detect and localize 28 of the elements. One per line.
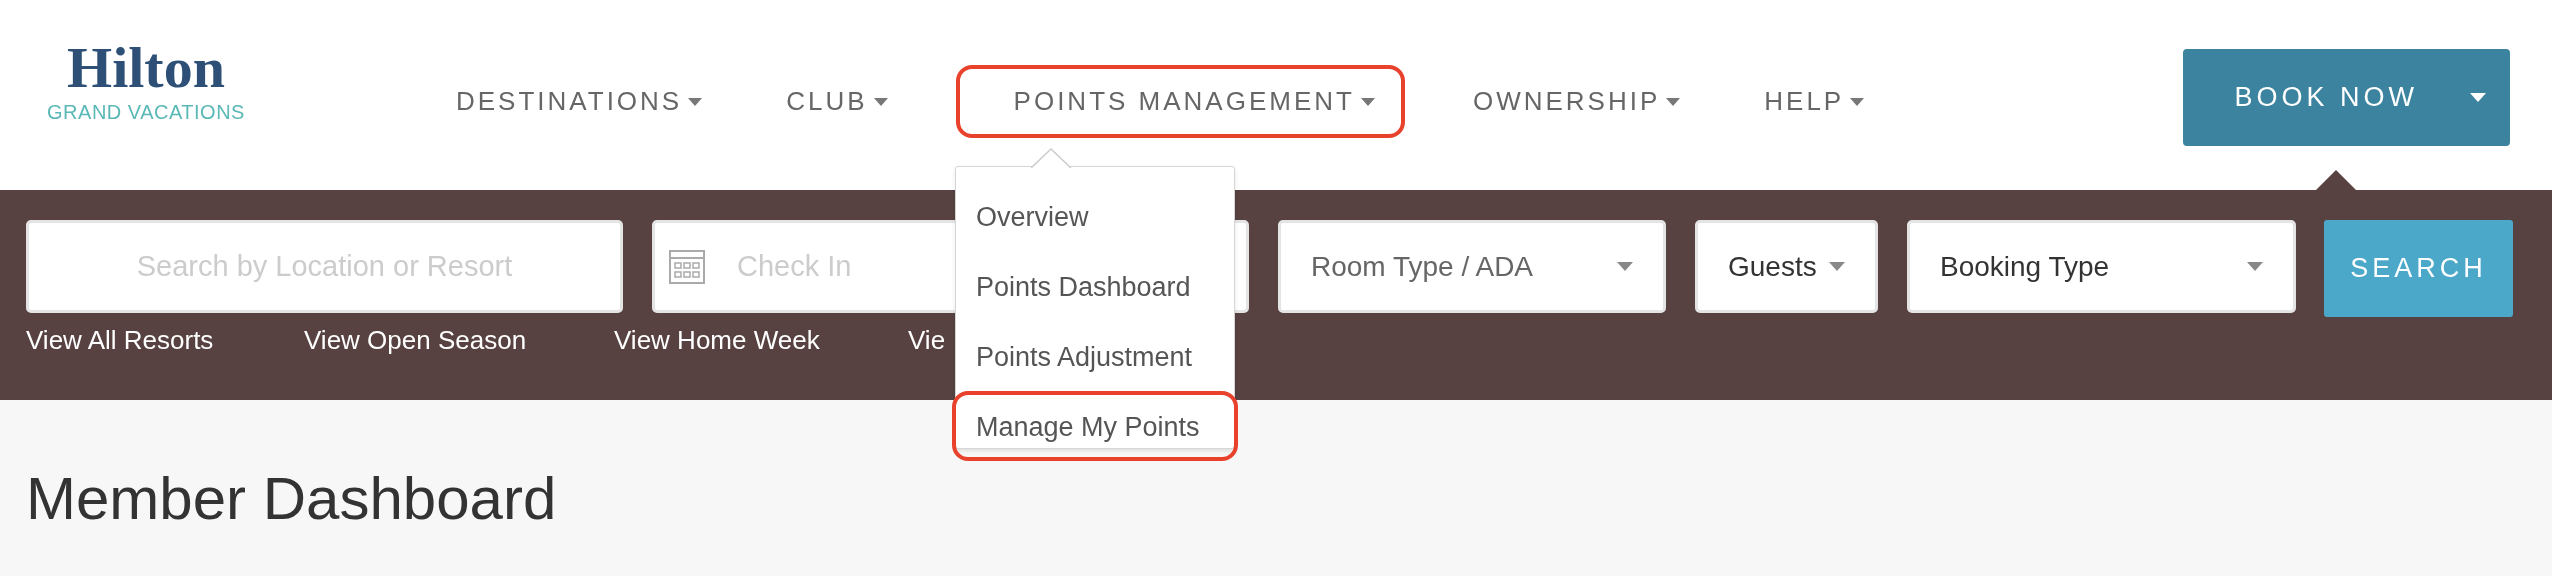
calendar-icon (669, 249, 705, 284)
nav-menu-item[interactable]: POINTS MANAGEMENT (955, 65, 1405, 138)
quick-link[interactable]: Vie (908, 320, 946, 360)
select-dropdown[interactable]: Guests (1695, 220, 1878, 313)
nav-menu-item[interactable]: DESTINATIONS (440, 65, 719, 138)
nav-menu-item[interactable]: CLUB (770, 65, 904, 138)
menu-item[interactable]: Manage My Points (952, 391, 1238, 461)
quick-link[interactable]: View All Resorts (26, 320, 304, 360)
logo-name[interactable]: Hilton (67, 36, 225, 100)
book-now-button[interactable]: BOOK NOW (2183, 49, 2510, 146)
caret-icon (1850, 97, 1865, 106)
caret-icon (1829, 262, 1845, 271)
caret-icon (1617, 262, 1633, 271)
logo-tagline: GRAND VACATIONS (47, 100, 245, 124)
select-dropdown[interactable]: Booking Type (1907, 220, 2296, 313)
page-title: Member Dashboard (26, 464, 558, 533)
menu-item[interactable]: Points Adjustment (952, 321, 1238, 391)
nav-menu-item[interactable]: HELP (1748, 65, 1881, 138)
caret-icon (1666, 97, 1681, 106)
caret-icon (873, 97, 888, 106)
nav-menu-item[interactable]: OWNERSHIP (1456, 65, 1697, 138)
caret-icon (2470, 93, 2486, 102)
caret-icon (2247, 262, 2263, 271)
caret-icon (688, 97, 703, 106)
caret-icon (1360, 97, 1375, 106)
select-dropdown[interactable]: Room Type / ADA (1278, 220, 1666, 313)
quick-link[interactable]: View Open Season (304, 320, 614, 360)
quick-link[interactable]: View Home Week (614, 320, 908, 360)
